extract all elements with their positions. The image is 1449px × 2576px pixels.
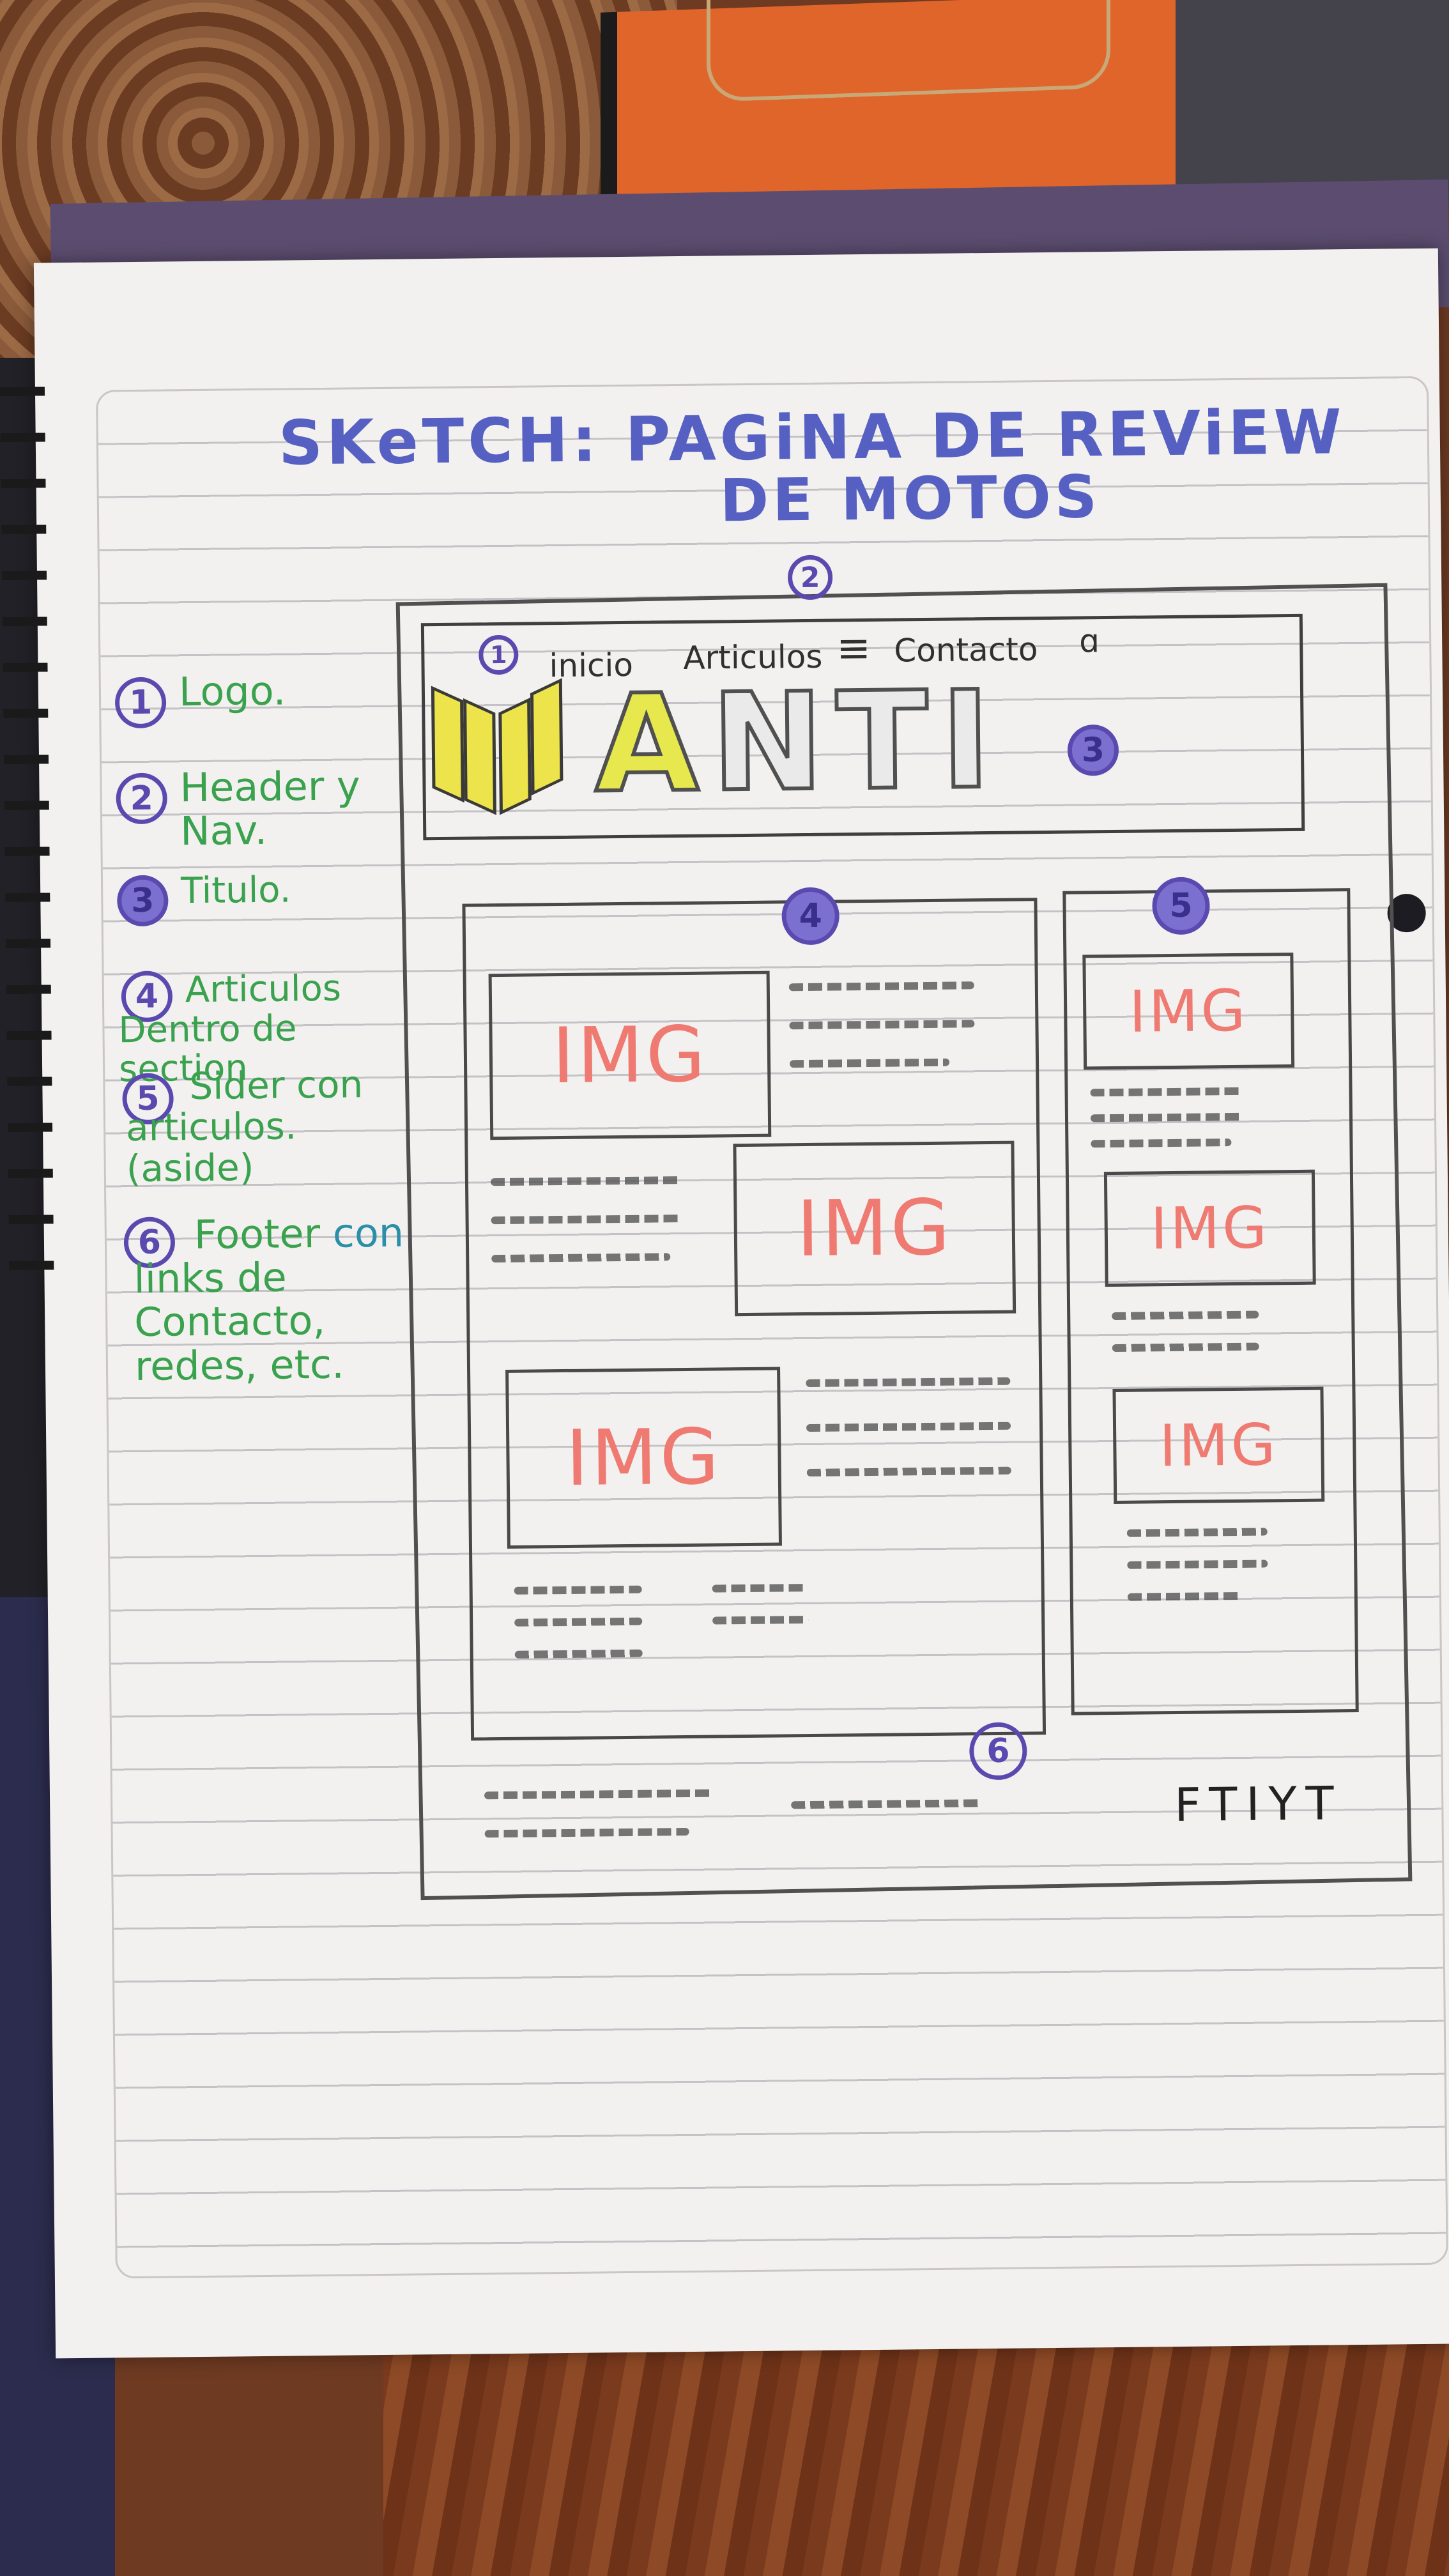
footer-social-links: FTIYT bbox=[1174, 1776, 1344, 1832]
text-scribble bbox=[1112, 1342, 1259, 1353]
legend-footer: Footer con links de Contacto, redes, etc… bbox=[133, 1209, 410, 1390]
logo-piece-4 bbox=[530, 678, 564, 796]
text-scribble bbox=[1091, 1138, 1232, 1148]
badge-footer: 6 bbox=[969, 1722, 1027, 1781]
logo-icon bbox=[431, 686, 464, 803]
legend-footer-rest: links de Contacto, redes, etc. bbox=[134, 1254, 345, 1390]
notebook-page: SKeTCH: PAGiNA DE REViEW DE MOTOS 1 Logo… bbox=[0, 248, 1449, 2359]
legend-header-nav: Header y Nav. bbox=[180, 762, 361, 855]
article-image-1: IMG bbox=[488, 970, 772, 1140]
site-title-first-letter: A bbox=[592, 663, 714, 825]
binder bbox=[1176, 0, 1449, 204]
text-scribble bbox=[712, 1616, 809, 1625]
legend-footer-con: con bbox=[332, 1209, 404, 1257]
text-scribble bbox=[1126, 1528, 1268, 1537]
spiral-binding bbox=[0, 365, 54, 1292]
legend-badge-1: 1 bbox=[114, 677, 167, 729]
text-scribble bbox=[514, 1617, 643, 1627]
legend-aside: Sider con articulos. (aside) bbox=[125, 1062, 364, 1190]
badge-header: 2 bbox=[787, 555, 833, 601]
logo-piece-3 bbox=[498, 697, 532, 815]
sketch-title-line2: DE MOTOS bbox=[719, 463, 1101, 535]
site-title: ANTI bbox=[592, 660, 1006, 825]
text-scribble bbox=[1090, 1087, 1244, 1097]
search-icon: ɑ bbox=[1078, 622, 1100, 660]
badge-title: 3 bbox=[1067, 724, 1119, 776]
text-scribble bbox=[1090, 1112, 1245, 1123]
aside-image-1: IMG bbox=[1082, 953, 1295, 1070]
text-scribble bbox=[1127, 1560, 1268, 1569]
article-image-2: IMG bbox=[733, 1140, 1016, 1317]
legend-badge-3: 3 bbox=[116, 875, 169, 927]
legend-logo: Logo. bbox=[178, 667, 286, 716]
text-scribble bbox=[514, 1649, 643, 1659]
badge-aside: 5 bbox=[1152, 877, 1210, 935]
badge-section: 4 bbox=[781, 887, 840, 946]
article-image-3: IMG bbox=[505, 1367, 782, 1549]
aside-image-2: IMG bbox=[1103, 1169, 1316, 1287]
text-scribble bbox=[514, 1585, 642, 1595]
logo-piece-2 bbox=[463, 698, 496, 815]
legend-footer-word: Footer bbox=[194, 1209, 321, 1259]
site-title-rest: NTI bbox=[709, 660, 1006, 824]
legend-title: Titulo. bbox=[180, 869, 291, 912]
legend-badge-2: 2 bbox=[116, 772, 168, 825]
text-scribble bbox=[1112, 1310, 1259, 1321]
badge-logo: 1 bbox=[479, 634, 519, 675]
text-scribble bbox=[712, 1584, 808, 1593]
text-scribble bbox=[1127, 1591, 1243, 1601]
aside-image-3: IMG bbox=[1112, 1386, 1325, 1505]
